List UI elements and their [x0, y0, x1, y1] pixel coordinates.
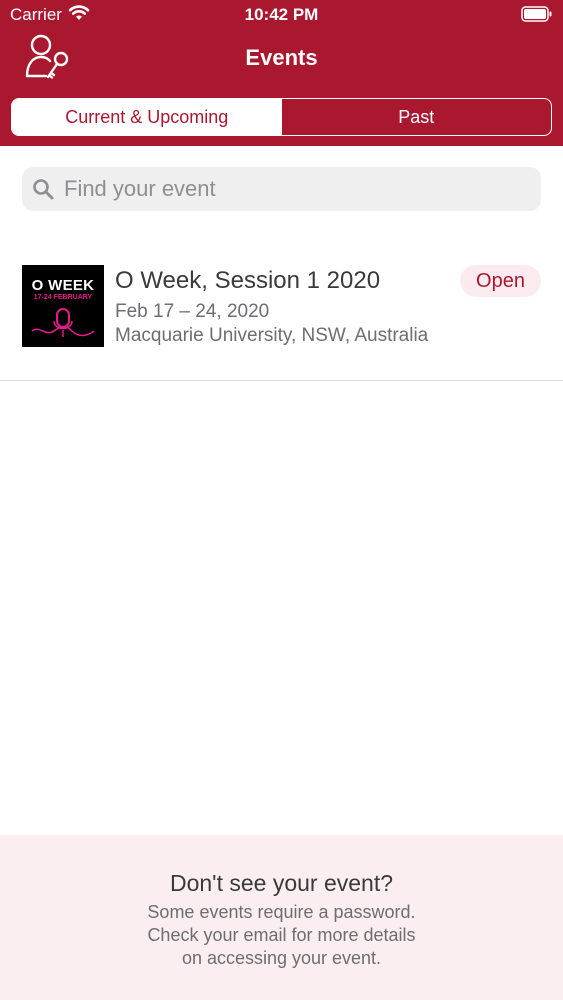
- event-filter-segmented-control: Current & Upcoming Past: [11, 98, 552, 136]
- tab-past[interactable]: Past: [282, 99, 552, 135]
- status-bar: Carrier 10:42 PM: [0, 0, 563, 30]
- tab-current-upcoming[interactable]: Current & Upcoming: [12, 99, 282, 135]
- event-name: O Week, Session 1 2020: [115, 267, 381, 294]
- page-title: Events: [245, 45, 318, 70]
- footer-title: Don't see your event?: [169, 870, 394, 896]
- thumbnail-subtitle: 17-24 FEBRUARY: [33, 294, 93, 301]
- microphone-graphic-icon: [31, 308, 95, 337]
- footer-text: Some events require a password. Check yo…: [147, 902, 416, 968]
- app-header: Carrier 10:42 PM Events Current & Upcomi…: [0, 0, 563, 146]
- footer-help: Don't see your event? Some events requir…: [0, 835, 563, 1000]
- status-badge: Open: [460, 265, 541, 297]
- battery-icon: [521, 6, 552, 22]
- event-location: Macquarie University, NSW, Australia: [115, 325, 429, 346]
- search-bar[interactable]: [22, 167, 541, 211]
- search-input[interactable]: [64, 176, 504, 202]
- event-date: Feb 17 – 24, 2020: [115, 301, 270, 322]
- thumbnail-title: O WEEK: [31, 277, 95, 294]
- status-time: 10:42 PM: [244, 5, 319, 24]
- search-icon: [33, 179, 54, 200]
- event-thumbnail: O WEEK 17-24 FEBRUARY: [22, 265, 104, 347]
- event-list-item[interactable]: O WEEK 17-24 FEBRUARY O Week, Session 1 …: [0, 235, 563, 381]
